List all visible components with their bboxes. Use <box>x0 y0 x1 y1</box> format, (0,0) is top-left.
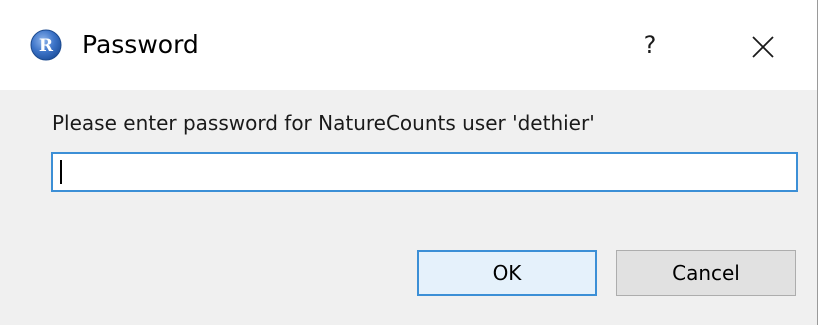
title-bar[interactable]: R Password ? <box>0 0 817 90</box>
dialog-body: Please enter password for NatureCounts u… <box>0 90 817 325</box>
r-logo-letter: R <box>39 36 54 56</box>
close-icon <box>752 36 774 58</box>
password-input[interactable] <box>51 152 798 192</box>
close-button[interactable] <box>735 22 791 72</box>
text-caret <box>60 160 62 184</box>
help-button[interactable]: ? <box>622 20 678 70</box>
cancel-button[interactable]: Cancel <box>616 250 796 296</box>
help-button-label: ? <box>643 31 657 59</box>
ok-button[interactable]: OK <box>417 250 597 296</box>
ok-button-label: OK <box>492 261 522 285</box>
window-title: Password <box>82 30 199 59</box>
password-prompt-label: Please enter password for NatureCounts u… <box>52 111 595 135</box>
r-logo-icon: R <box>30 29 62 61</box>
cancel-button-label: Cancel <box>672 261 740 285</box>
password-dialog: R Password ? Please enter password for N… <box>0 0 818 325</box>
